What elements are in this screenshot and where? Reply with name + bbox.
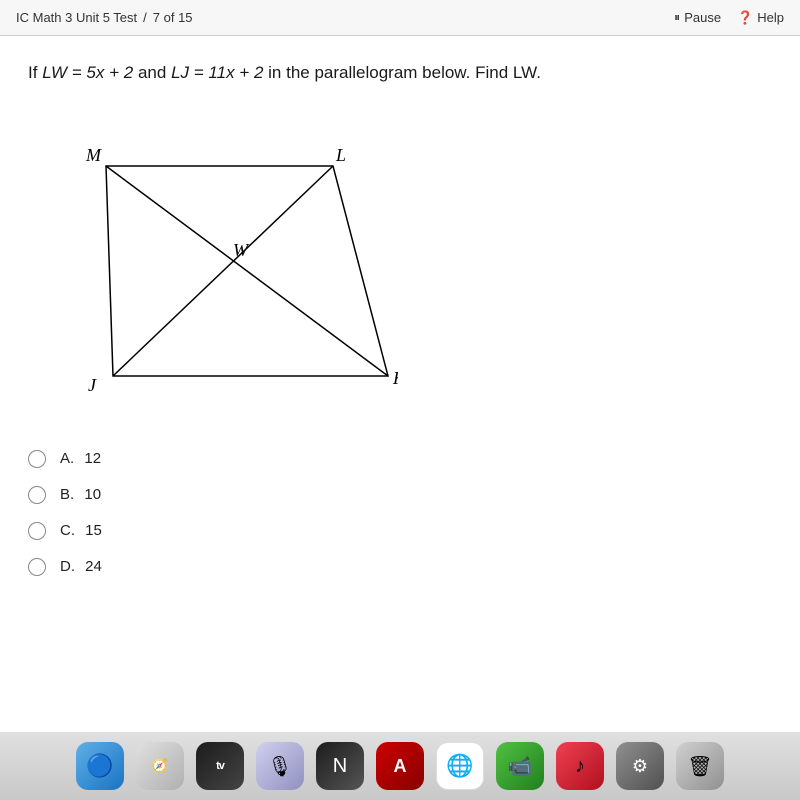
pause-icon: ⏸ — [674, 10, 680, 25]
dock-trash[interactable]: 🗑 — [676, 742, 724, 790]
radio-b[interactable] — [28, 486, 46, 504]
choice-b[interactable]: B. 10 — [28, 486, 772, 504]
question-suffix: in the parallelogram below. Find LW. — [268, 63, 541, 82]
top-bar: IC Math 3 Unit 5 Test / 7 of 15 ⏸ Pause … — [0, 0, 800, 36]
svg-text:M: M — [85, 145, 102, 165]
dock-music[interactable]: ♪ — [556, 742, 604, 790]
radio-c[interactable] — [28, 522, 46, 540]
answer-choices: A. 12 B. 10 C. 15 D. 24 — [28, 450, 772, 576]
label-b: B. 10 — [60, 486, 101, 503]
radio-d[interactable] — [28, 558, 46, 576]
question-and: and — [138, 63, 166, 82]
dock-siri-icon: 🎙 — [267, 754, 292, 779]
label-a: A. 12 — [60, 450, 101, 467]
dock-siri[interactable]: 🎙 — [256, 742, 304, 790]
dock-misc-icon: ⚙ — [632, 756, 648, 777]
dock: 🔵 🧭 tv 🎙 N A 🌐 📹 ♪ ⚙ 🗑 — [0, 732, 800, 800]
svg-text:J: J — [88, 375, 97, 395]
lj-expression: LJ = 11x + 2 — [171, 63, 268, 82]
help-icon: ❓ — [737, 10, 753, 26]
question-text: If LW = 5x + 2 and LJ = 11x + 2 in the p… — [28, 60, 772, 86]
main-content: If LW = 5x + 2 and LJ = 11x + 2 in the p… — [0, 36, 800, 732]
choice-c[interactable]: C. 15 — [28, 522, 772, 540]
dock-icon-5-label: N — [333, 755, 347, 778]
dock-facetime[interactable]: 📹 — [496, 742, 544, 790]
label-c: C. 15 — [60, 522, 102, 539]
dock-finder[interactable]: 🔵 — [76, 742, 124, 790]
pause-label: Pause — [684, 10, 721, 25]
svg-text:L: L — [335, 145, 346, 165]
svg-text:K: K — [392, 368, 398, 388]
choice-d[interactable]: D. 24 — [28, 558, 772, 576]
test-title: IC Math 3 Unit 5 Test — [16, 10, 137, 25]
top-bar-right: ⏸ Pause ❓ Help — [674, 10, 784, 26]
dock-safari-icon: 🧭 — [152, 758, 168, 774]
progress-indicator: 7 of 15 — [153, 10, 193, 25]
dock-chrome-icon: 🌐 — [446, 753, 473, 779]
svg-text:W: W — [233, 240, 250, 260]
progress-separator: / — [143, 10, 147, 25]
dock-chrome[interactable]: 🌐 — [436, 742, 484, 790]
lw-expression: LW = 5x + 2 — [42, 63, 138, 82]
dock-tv[interactable]: tv — [196, 742, 244, 790]
dock-icon-5[interactable]: N — [316, 742, 364, 790]
dock-facetime-icon: 📹 — [508, 754, 533, 779]
label-d: D. 24 — [60, 558, 102, 575]
dock-safari[interactable]: 🧭 — [136, 742, 184, 790]
question-intro: If — [28, 63, 37, 82]
parallelogram-diagram: M L K J W — [38, 106, 398, 426]
help-label: Help — [757, 10, 784, 25]
pause-button[interactable]: ⏸ Pause — [674, 10, 721, 25]
choice-a[interactable]: A. 12 — [28, 450, 772, 468]
dock-tv-label: tv — [216, 760, 224, 772]
dock-misc[interactable]: ⚙ — [616, 742, 664, 790]
dock-adobe[interactable]: A — [376, 742, 424, 790]
help-button[interactable]: ❓ Help — [737, 10, 784, 26]
diagram-container: M L K J W — [38, 106, 398, 426]
dock-adobe-label: A — [394, 756, 407, 777]
dock-trash-icon: 🗑 — [687, 754, 712, 779]
radio-a[interactable] — [28, 450, 46, 468]
top-bar-left: IC Math 3 Unit 5 Test / 7 of 15 — [16, 10, 193, 25]
dock-music-icon: ♪ — [575, 755, 585, 778]
